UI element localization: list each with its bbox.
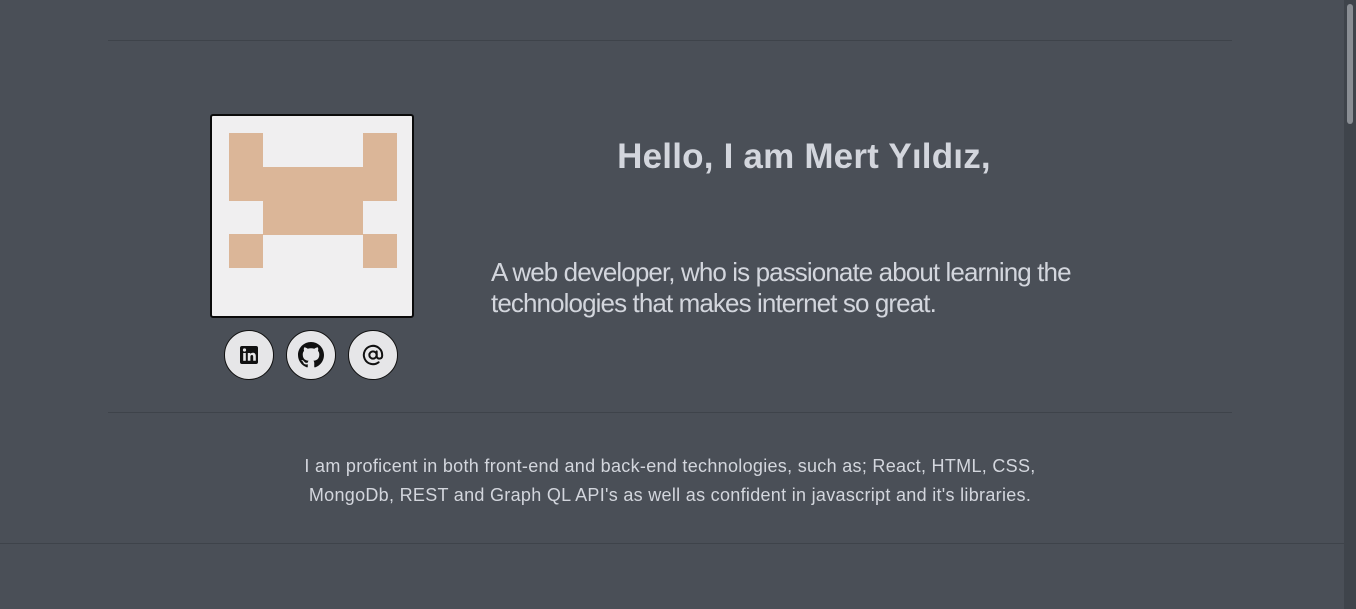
hero-tagline-line-2: technologies that makes internet so grea… <box>491 288 937 318</box>
bottom-divider <box>0 543 1344 544</box>
identicon-image <box>229 133 397 268</box>
github-button[interactable] <box>286 330 336 380</box>
linkedin-button[interactable] <box>224 330 274 380</box>
at-sign-icon <box>362 344 384 366</box>
avatar <box>210 114 414 318</box>
hero-greeting: Hello, I am Mert Yıldız, <box>617 137 991 176</box>
about-line-2: MongoDb, REST and Graph QL API's as well… <box>308 485 1032 505</box>
hero-tagline: A web developer, who is passionate about… <box>491 257 1151 319</box>
vertical-scrollbar[interactable] <box>1344 0 1356 609</box>
middle-divider <box>108 412 1232 413</box>
github-icon <box>298 342 324 368</box>
email-button[interactable] <box>348 330 398 380</box>
about-line-1: I am proficent in both front-end and bac… <box>304 456 1036 476</box>
page: Hello, I am Mert Yıldız, A web developer… <box>0 0 1356 609</box>
scrollbar-thumb[interactable] <box>1347 4 1353 124</box>
top-divider <box>108 40 1232 41</box>
about-text: I am proficent in both front-end and bac… <box>240 452 1100 510</box>
linkedin-icon <box>240 346 258 364</box>
hero-tagline-line-1: A web developer, who is passionate about… <box>491 257 1072 287</box>
